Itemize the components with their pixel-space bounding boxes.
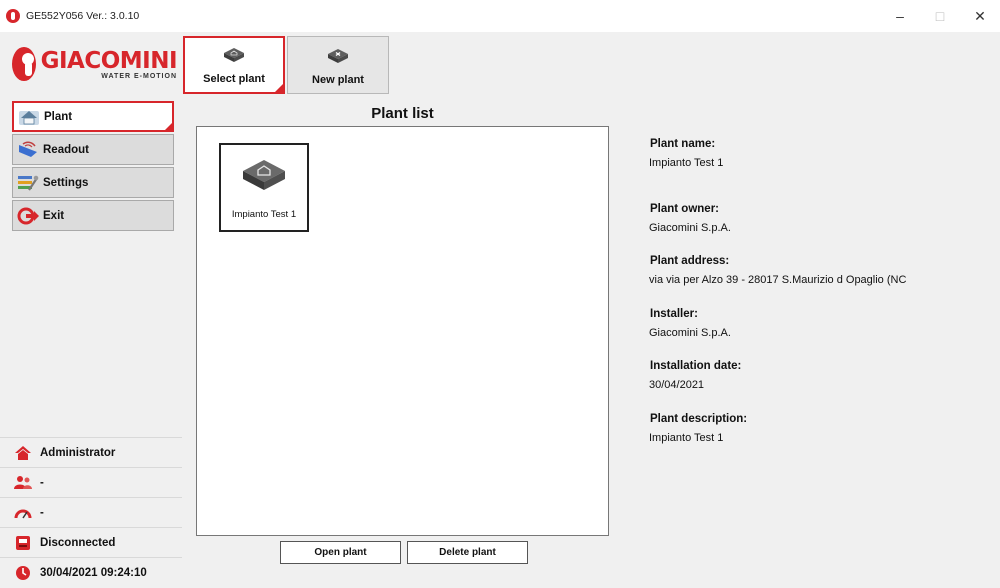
- plant-owner-label: Plant owner:: [650, 203, 720, 215]
- plant-address-value: via via per Alzo 39 - 28017 S.Maurizio d…: [649, 274, 907, 286]
- user-status: Administrator: [0, 437, 182, 467]
- plant-list-item[interactable]: Impianto Test 1: [219, 143, 309, 232]
- plant-list-title: Plant list: [371, 105, 434, 122]
- sidebar-item-label: Settings: [43, 176, 89, 189]
- logo-mark-icon: [12, 47, 36, 81]
- plant-list[interactable]: Impianto Test 1: [196, 126, 609, 536]
- logo-tagline: WATER E-MOTION: [101, 72, 177, 80]
- close-button[interactable]: ✕: [960, 0, 1000, 32]
- logo-name: GIACOMINI: [40, 47, 178, 74]
- house-icon: [19, 110, 39, 125]
- giacomini-logo: GIACOMINI WATER E-MOTION: [12, 44, 178, 84]
- disconnected-device-icon: [16, 535, 30, 550]
- installer-value: Giacomini S.p.A.: [649, 327, 731, 339]
- plant-owner-value: Giacomini S.p.A.: [649, 222, 731, 234]
- datetime-text: 30/04/2021 09:24:10: [40, 566, 147, 579]
- installation-date-value: 30/04/2021: [649, 379, 705, 391]
- minimize-button[interactable]: –: [880, 0, 920, 32]
- window-controls: – □ ✕: [880, 0, 1000, 32]
- user-home-icon: [15, 445, 31, 460]
- gauge-status: -: [0, 497, 182, 527]
- plant-name-label: Plant name:: [650, 138, 716, 150]
- sidebar: Plant Readout Settings Exit Administrato…: [0, 94, 182, 588]
- plant-address-label: Plant address:: [650, 255, 730, 267]
- datetime-status: 30/04/2021 09:24:10: [0, 557, 182, 587]
- window-title: GE552Y056 Ver.: 3.0.10: [26, 10, 140, 22]
- maximize-button[interactable]: □: [920, 0, 960, 32]
- tab-select-plant-label: Select plant: [203, 73, 265, 85]
- sidebar-item-plant[interactable]: Plant: [12, 101, 174, 132]
- delete-plant-button[interactable]: Delete plant: [407, 541, 528, 564]
- sidebar-item-readout[interactable]: Readout: [12, 134, 174, 165]
- open-plant-button[interactable]: Open plant: [280, 541, 401, 564]
- sidebar-item-label: Exit: [43, 209, 65, 222]
- connection-text: Disconnected: [40, 536, 116, 549]
- app-logo-icon: [6, 9, 20, 23]
- group-value: -: [40, 476, 44, 489]
- gauge-value: -: [40, 506, 44, 519]
- users-icon: [14, 475, 32, 489]
- tab-select-plant[interactable]: Select plant: [183, 36, 285, 94]
- clock-icon: [16, 565, 30, 580]
- plant-description-value: Impianto Test 1: [649, 432, 724, 444]
- sidebar-item-label: Readout: [43, 143, 89, 156]
- readout-icon: [19, 141, 37, 157]
- user-name: Administrator: [40, 446, 116, 459]
- sidebar-item-exit[interactable]: Exit: [12, 200, 174, 231]
- tab-new-plant[interactable]: New plant: [287, 36, 389, 94]
- tab-new-plant-label: New plant: [312, 74, 364, 86]
- plant-list-item-label: Impianto Test 1: [231, 209, 297, 220]
- sidebar-item-label: Plant: [44, 110, 73, 123]
- installer-label: Installer:: [650, 308, 698, 320]
- connection-status: Disconnected: [0, 527, 182, 557]
- sidebar-item-settings[interactable]: Settings: [12, 167, 174, 198]
- plant-description-label: Plant description:: [650, 413, 748, 425]
- main-content: Plant list Impianto Test 1 Open plant De…: [182, 94, 1000, 588]
- settings-icon: [18, 175, 39, 191]
- exit-icon: [17, 207, 39, 224]
- gauge-icon: [14, 509, 32, 518]
- installation-date-label: Installation date:: [650, 360, 742, 372]
- new-plant-folder-icon: [328, 49, 348, 63]
- title-bar: GE552Y056 Ver.: 3.0.10 – □ ✕: [0, 0, 1000, 32]
- plant-folder-icon: [243, 160, 285, 190]
- plant-name-value: Impianto Test 1: [649, 157, 724, 169]
- group-status: -: [0, 467, 182, 497]
- plant-folder-icon: [224, 48, 244, 62]
- header: GIACOMINI WATER E-MOTION Select plant Ne…: [0, 32, 1000, 94]
